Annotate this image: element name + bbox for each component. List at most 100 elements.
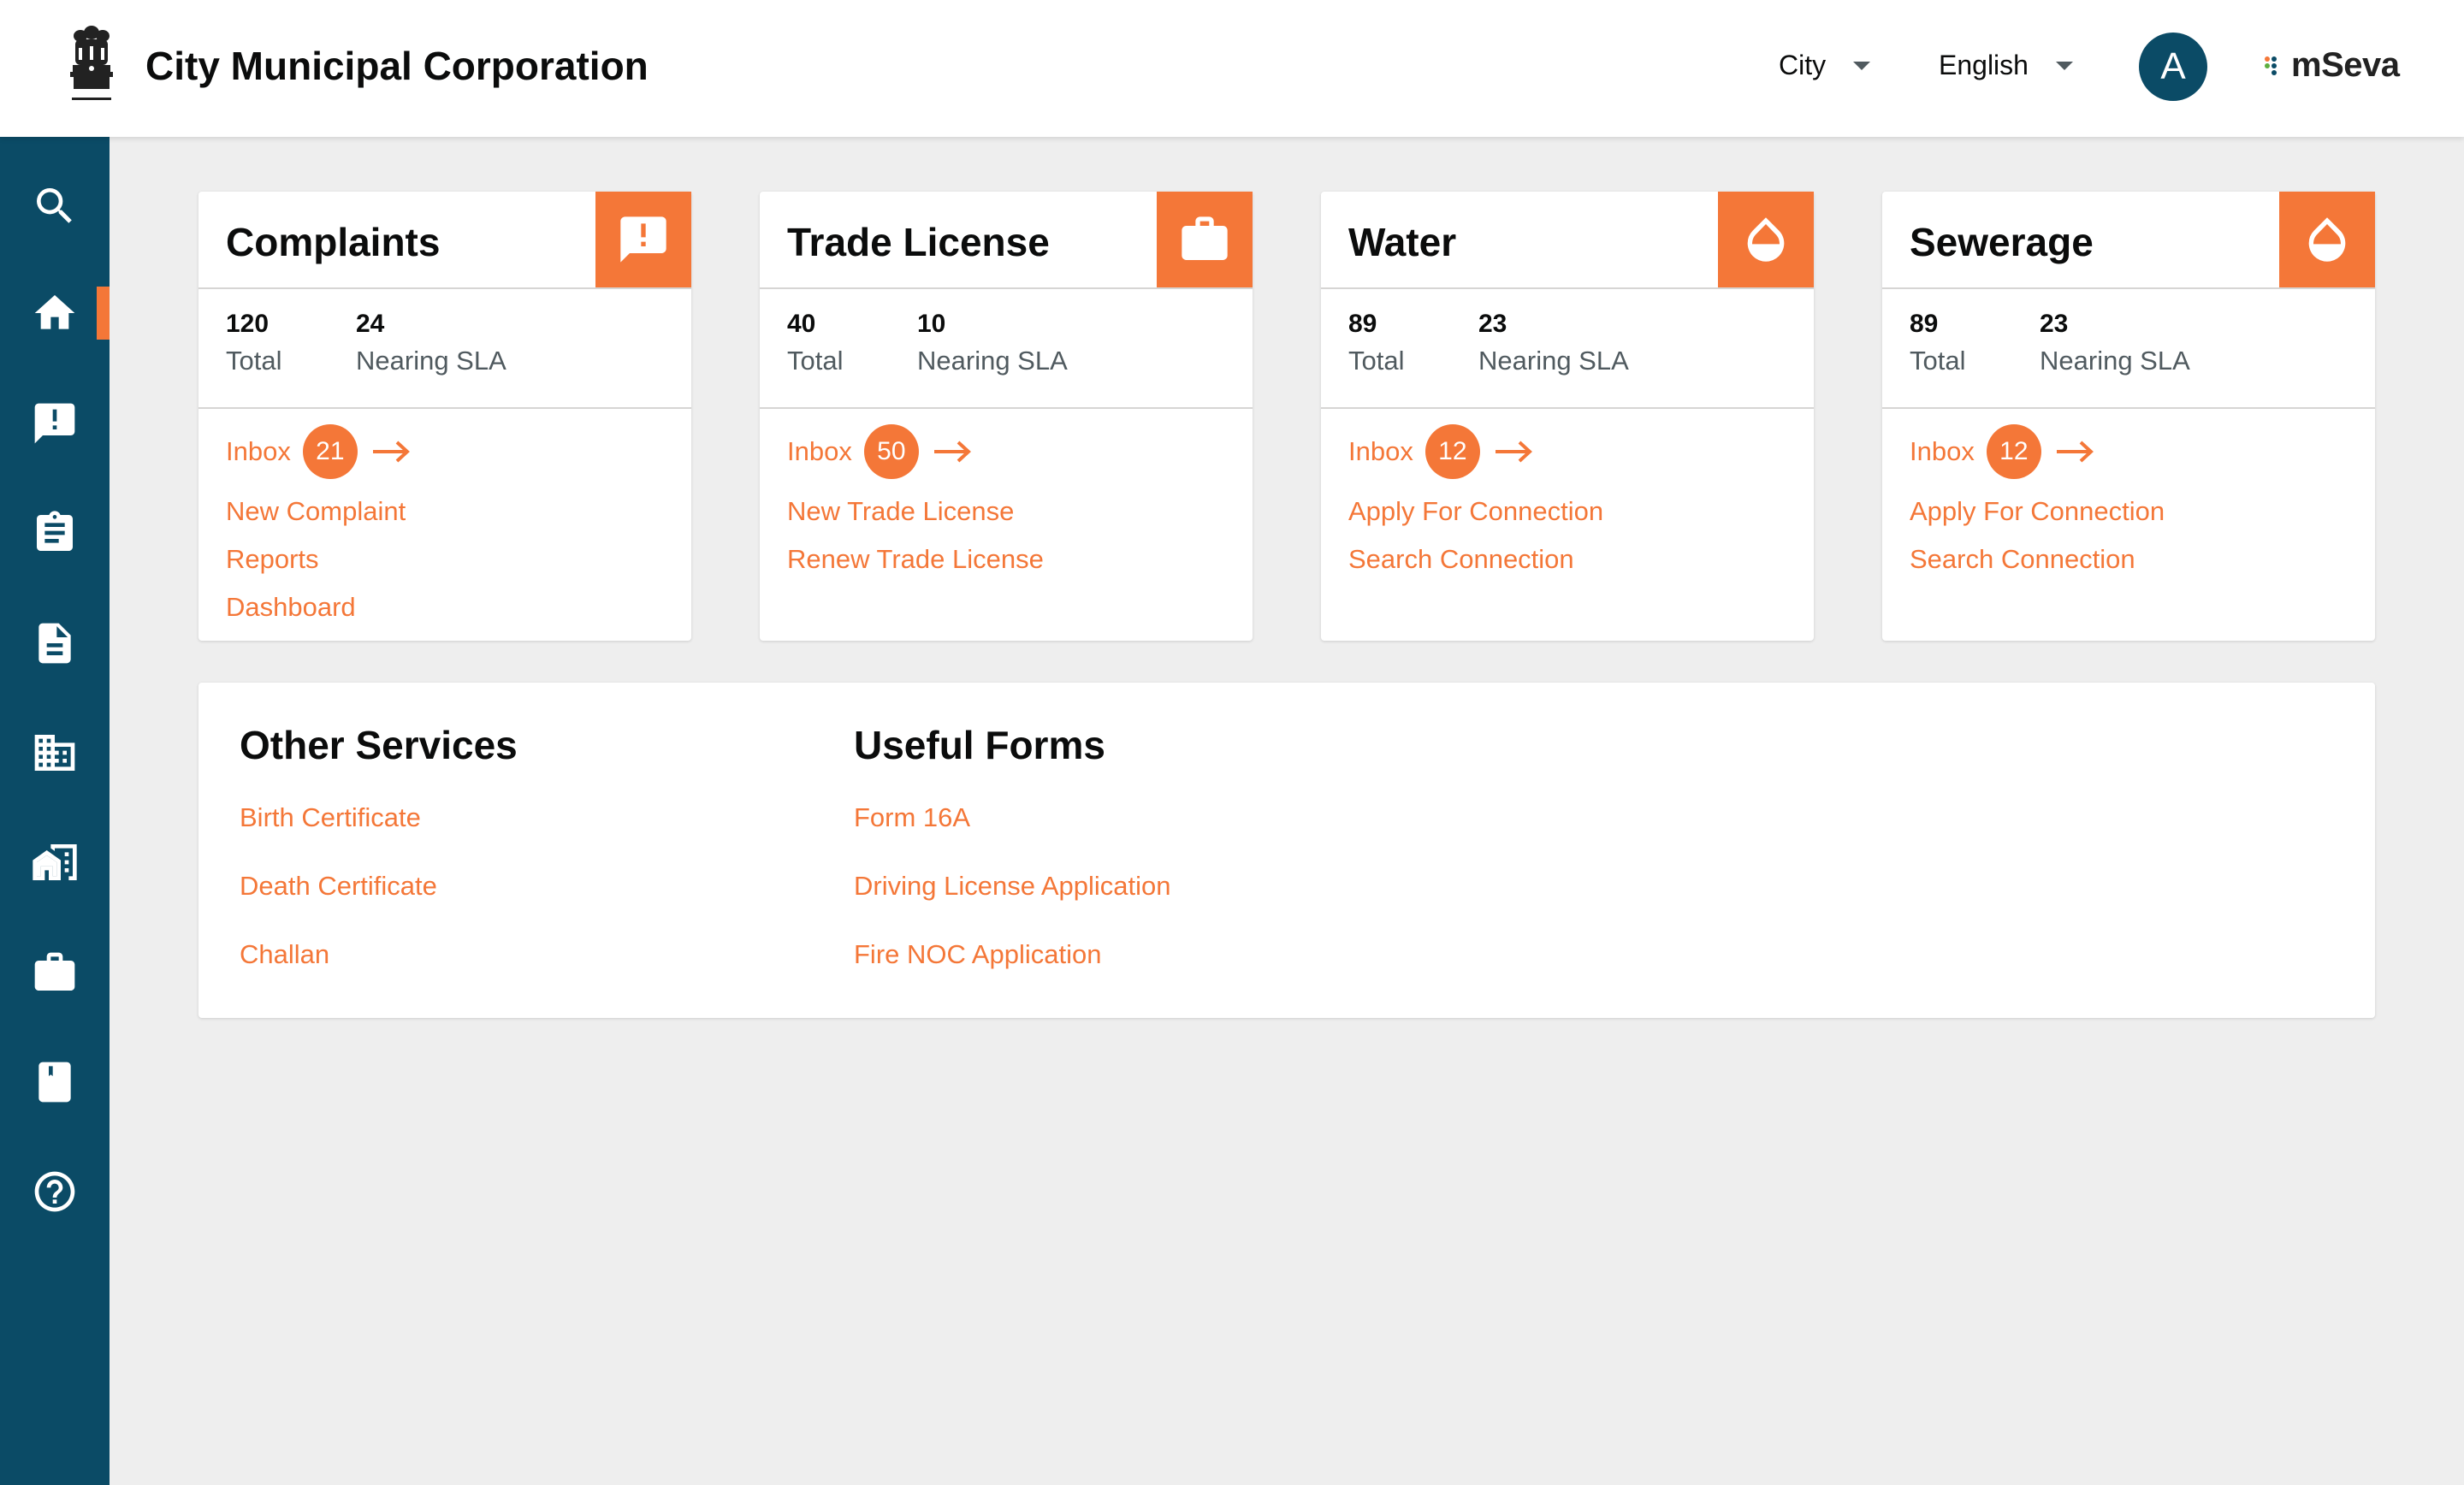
stat-sla-value: 23	[1478, 310, 1507, 338]
inbox-count-badge: 12	[1986, 424, 2041, 479]
sidebar-item-search[interactable]	[0, 159, 110, 253]
sidebar-item-bookmarks[interactable]	[0, 1035, 110, 1129]
language-dropdown[interactable]: English	[1939, 50, 2073, 81]
card-icon-box	[2279, 192, 2375, 287]
briefcase-icon	[34, 952, 75, 991]
stat-sla-value: 23	[2040, 310, 2069, 338]
arrow-right-icon[interactable]	[933, 438, 974, 465]
useful-forms-section: Useful Forms Form 16A Driving License Ap…	[854, 722, 1171, 970]
property-icon	[33, 844, 77, 880]
caret-down-icon	[1853, 61, 1871, 70]
challan-link[interactable]: Challan	[240, 939, 518, 970]
sidebar-item-trade-license[interactable]	[0, 926, 110, 1020]
mseva-dots-icon	[2265, 56, 2277, 75]
card-header: Complaints	[198, 192, 691, 289]
stat-sla-value: 24	[356, 310, 385, 338]
search-connection-link[interactable]: Search Connection	[1348, 544, 1603, 575]
new-trade-license-link[interactable]: New Trade License	[787, 496, 1044, 527]
stat-total-label: Total	[787, 346, 844, 376]
card-title: Complaints	[226, 220, 441, 264]
search-connection-link[interactable]: Search Connection	[1910, 544, 2165, 575]
dashboard-link[interactable]: Dashboard	[226, 592, 412, 623]
caret-down-icon	[2055, 61, 2073, 70]
stat-total-value: 40	[787, 310, 816, 338]
inbox-row: Inbox 50	[787, 424, 1044, 479]
complaint-icon	[34, 403, 75, 444]
card-links: Inbox 12 Apply For Connection Search Con…	[1348, 424, 1603, 575]
arrow-right-icon[interactable]	[371, 438, 412, 465]
new-complaint-link[interactable]: New Complaint	[226, 496, 412, 527]
apply-for-connection-link[interactable]: Apply For Connection	[1910, 496, 2165, 527]
inbox-count-badge: 21	[302, 424, 358, 479]
arrow-right-icon[interactable]	[2055, 438, 2096, 465]
birth-certificate-link[interactable]: Birth Certificate	[240, 802, 518, 833]
form-16a-link[interactable]: Form 16A	[854, 802, 1171, 833]
stat-sla-value: 10	[917, 310, 946, 338]
sidebar-item-home[interactable]	[0, 266, 110, 360]
sidebar-item-complaints[interactable]	[0, 376, 110, 470]
inbox-link[interactable]: Inbox	[226, 436, 291, 467]
sidebar-item-documents[interactable]	[0, 596, 110, 690]
briefcase-icon	[1182, 216, 1228, 260]
active-indicator	[97, 287, 110, 340]
complaints-card: Complaints 120 Total 24 Nearing SLA Inbo…	[198, 192, 691, 641]
driving-license-application-link[interactable]: Driving License Application	[854, 871, 1171, 902]
card-stats: 120 Total 24 Nearing SLA	[198, 289, 691, 409]
stat-total: 89 Total	[1910, 310, 1965, 376]
mseva-logo: mSeva	[2264, 46, 2400, 85]
water-drop-icon	[1747, 217, 1785, 262]
sidebar-item-property[interactable]	[0, 815, 110, 909]
top-header: City Municipal Corporation City English …	[0, 0, 2464, 137]
apply-for-connection-link[interactable]: Apply For Connection	[1348, 496, 1603, 527]
arrow-right-icon[interactable]	[1494, 438, 1535, 465]
city-dropdown[interactable]: City	[1779, 50, 1871, 81]
trade-license-card: Trade License 40 Total 10 Nearing SLA In…	[760, 192, 1253, 641]
stat-sla-label: Nearing SLA	[2040, 346, 2190, 376]
death-certificate-link[interactable]: Death Certificate	[240, 871, 518, 902]
page-title: City Municipal Corporation	[145, 44, 649, 88]
inbox-row: Inbox 12	[1910, 424, 2165, 479]
other-services-section: Other Services Birth Certificate Death C…	[240, 722, 518, 970]
stat-sla-label: Nearing SLA	[1478, 346, 1629, 376]
card-links: Inbox 50 New Trade License Renew Trade L…	[787, 424, 1044, 575]
document-icon	[38, 623, 71, 664]
inbox-link[interactable]: Inbox	[787, 436, 852, 467]
card-icon-box	[1157, 192, 1253, 287]
card-stats: 89 Total 23 Nearing SLA	[1882, 289, 2375, 409]
stat-sla: 23 Nearing SLA	[1478, 310, 1629, 376]
stat-sla-label: Nearing SLA	[917, 346, 1068, 376]
inbox-count-badge: 50	[863, 424, 919, 479]
state-emblem-icon	[70, 26, 113, 100]
stat-sla: 23 Nearing SLA	[2040, 310, 2190, 376]
bookmark-icon	[38, 1062, 71, 1103]
stat-total-label: Total	[1910, 346, 1966, 376]
card-title: Water	[1348, 220, 1457, 264]
card-stats: 40 Total 10 Nearing SLA	[760, 289, 1253, 409]
card-links: Inbox 12 Apply For Connection Search Con…	[1910, 424, 2165, 575]
stat-total-label: Total	[1348, 346, 1405, 376]
sidebar-item-buildings[interactable]	[0, 706, 110, 800]
inbox-link[interactable]: Inbox	[1348, 436, 1413, 467]
inbox-row: Inbox 21	[226, 424, 412, 479]
stat-total-label: Total	[226, 346, 282, 376]
clipboard-icon	[37, 511, 73, 551]
inbox-link[interactable]: Inbox	[1910, 436, 1975, 467]
stat-total: 89 Total	[1348, 310, 1404, 376]
sidebar-item-help[interactable]	[0, 1145, 110, 1239]
sidebar	[0, 137, 110, 1485]
stat-total-value: 89	[1910, 310, 1939, 338]
card-icon-box	[595, 192, 691, 287]
sidebar-item-clipboard[interactable]	[0, 486, 110, 580]
reports-link[interactable]: Reports	[226, 544, 412, 575]
user-avatar[interactable]: A	[2139, 33, 2207, 101]
stat-total: 40 Total	[787, 310, 843, 376]
inbox-count-badge: 12	[1424, 424, 1480, 479]
fire-noc-application-link[interactable]: Fire NOC Application	[854, 939, 1171, 970]
water-card: Water 89 Total 23 Nearing SLA Inbox 12 A…	[1321, 192, 1814, 641]
renew-trade-license-link[interactable]: Renew Trade License	[787, 544, 1044, 575]
building-icon	[34, 735, 75, 771]
card-header: Water	[1321, 192, 1814, 289]
card-title: Sewerage	[1910, 220, 2094, 264]
complaint-icon	[620, 216, 666, 263]
water-drop-icon	[2308, 217, 2346, 262]
